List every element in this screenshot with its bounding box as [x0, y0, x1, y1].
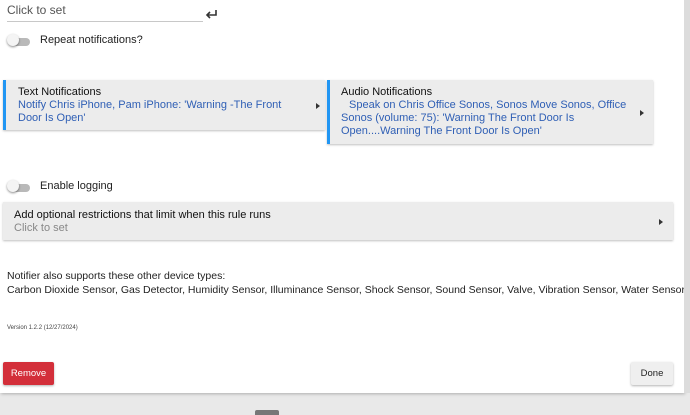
done-button[interactable]: Done [631, 362, 673, 385]
remove-button[interactable]: Remove [3, 362, 54, 385]
chevron-right-icon [316, 103, 320, 109]
restrictions-title: Add optional restrictions that limit whe… [14, 209, 271, 221]
text-notifications-card[interactable]: Text Notifications Notify Chris iPhone, … [3, 80, 325, 130]
version-text: Version 1.2.2 (12/27/2024) [7, 325, 78, 331]
restrictions-value: Click to set [14, 222, 68, 234]
device-types-heading: Notifier also supports these other devic… [7, 270, 226, 282]
top-input-field[interactable]: Click to set [7, 0, 203, 22]
chevron-right-icon [640, 110, 644, 116]
repeat-notifications-label: Repeat notifications? [40, 34, 143, 46]
text-notifications-title: Text Notifications [18, 86, 102, 98]
drag-handle[interactable] [255, 410, 279, 415]
enable-logging-toggle[interactable] [7, 180, 30, 192]
audio-notifications-card[interactable]: Audio Notifications Speak on Chris Offic… [327, 80, 653, 144]
chevron-right-icon [659, 219, 663, 225]
top-input-placeholder: Click to set [7, 3, 66, 17]
text-notifications-summary: Notify Chris iPhone, Pam iPhone: 'Warnin… [18, 99, 282, 124]
restrictions-card[interactable]: Add optional restrictions that limit whe… [3, 202, 673, 240]
panel-edge [684, 0, 690, 393]
enter-icon[interactable] [205, 9, 219, 21]
audio-notifications-summary: Speak on Chris Office Sonos, Sonos Move … [341, 99, 627, 137]
audio-notifications-title: Audio Notifications [341, 86, 433, 98]
app-panel: Click to set Repeat notifications? Text … [0, 0, 685, 393]
enable-logging-label: Enable logging [40, 180, 113, 192]
device-types-list: Carbon Dioxide Sensor, Gas Detector, Hum… [7, 284, 685, 296]
repeat-notifications-toggle[interactable] [7, 34, 30, 46]
